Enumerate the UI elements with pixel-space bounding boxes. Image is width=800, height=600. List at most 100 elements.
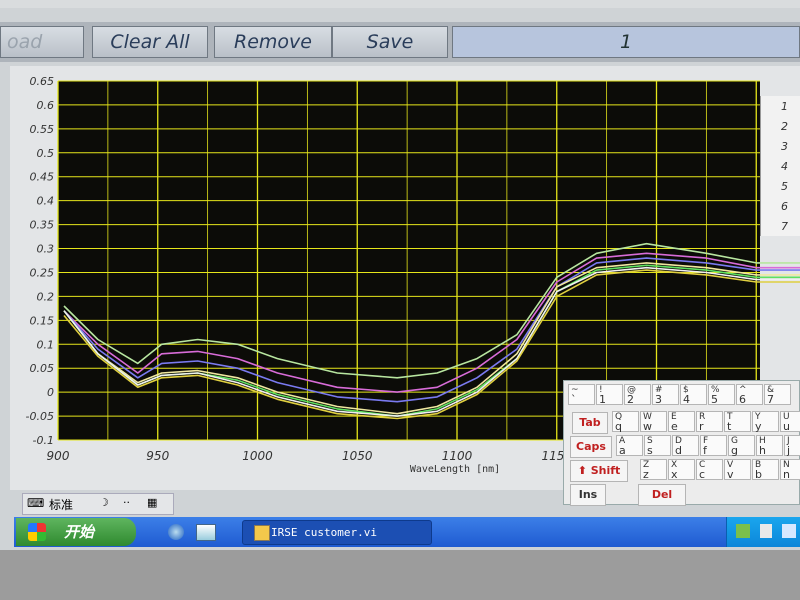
y-tick-label: 0.05 — [30, 362, 55, 375]
key-lower-label: c — [699, 468, 706, 481]
shift-key-label: Shift — [590, 464, 621, 477]
legend-item-3: 3 — [781, 140, 788, 153]
y-tick-label: 0.65 — [30, 75, 55, 88]
keyboard-key[interactable]: ^ 6 — [736, 384, 763, 405]
keyboard-key[interactable]: Jj — [784, 435, 800, 456]
key-lower-label: h — [759, 444, 766, 457]
keyboard-key[interactable]: @2 — [624, 384, 651, 405]
legend-item-6: 6 — [781, 200, 788, 213]
del-key[interactable]: Del — [638, 484, 686, 506]
keyboard-key[interactable]: Ss — [644, 435, 671, 456]
keyboard-key[interactable]: Ee — [668, 411, 695, 432]
shift-key[interactable]: ⬆ Shift — [570, 460, 628, 482]
tab-key[interactable]: Tab — [572, 412, 608, 434]
language-bar[interactable]: ⌨ 标准 ☽ ·· ▦ — [22, 493, 174, 515]
spectrum-counter: 1 — [452, 26, 800, 58]
internet-explorer-icon[interactable] — [168, 524, 184, 540]
keyboard-key[interactable]: Zz — [640, 459, 667, 480]
keyboard-key[interactable]: Yy — [752, 411, 779, 432]
keyboard-key[interactable]: Gg — [728, 435, 755, 456]
labview-vi-icon — [254, 525, 270, 541]
show-desktop-icon[interactable] — [196, 524, 216, 541]
y-tick-label: -0.05 — [26, 410, 54, 423]
y-tick-label: 0.45 — [30, 171, 55, 184]
keyboard-key[interactable]: Tt — [724, 411, 751, 432]
keyboard-key[interactable]: Vv — [724, 459, 751, 480]
keyboard-key[interactable]: Uu — [780, 411, 800, 432]
remove-button[interactable]: Remove — [214, 26, 332, 58]
caps-key[interactable]: Caps — [570, 436, 612, 458]
key-lower-label: j — [787, 444, 791, 457]
keyboard-key[interactable]: Aa — [616, 435, 643, 456]
x-tick-label: 1000 — [242, 449, 273, 463]
keyboard-key[interactable]: Ww — [640, 411, 667, 432]
y-tick-label: 0 — [47, 386, 54, 399]
ime-mode-label: 标准 — [49, 498, 74, 512]
key-lower-label: 3 — [655, 393, 662, 406]
keyboard-key[interactable]: #3 — [652, 384, 679, 405]
legend-item-5: 5 — [781, 180, 788, 193]
clear-all-button[interactable]: Clear All — [92, 26, 208, 58]
legend-item-4: 4 — [781, 160, 788, 173]
keyboard-key[interactable]: Rr — [696, 411, 723, 432]
keyboard-key[interactable]: Ff — [700, 435, 727, 456]
taskbar-item[interactable]: IRSE customer.vi — [242, 520, 432, 545]
keyboard-key[interactable]: Nn — [780, 459, 800, 480]
soft-keyboard-icon[interactable]: ▦ — [147, 496, 157, 509]
y-tick-label: 0.5 — [37, 147, 55, 160]
on-screen-keyboard: ~ `! 1 @2 #3 $4% 5 ^ 6 & 7 Qq Ww Ee Rr Tt Yy Uu Aa Ss Dd Ff Gg… — [563, 380, 800, 506]
x-tick-label: 900 — [47, 449, 70, 463]
legend-item-1: 1 — [781, 100, 788, 113]
key-lower-label: g — [731, 444, 738, 457]
shift-arrow-icon: ⬆ — [577, 464, 591, 477]
x-axis-label: WaveLength [nm] — [410, 464, 500, 475]
y-tick-label: 0.4 — [37, 195, 55, 208]
keyboard-key[interactable]: Cc — [696, 459, 723, 480]
key-lower-label: q — [615, 420, 622, 433]
key-lower-label: ` — [571, 393, 577, 406]
network-icon[interactable] — [736, 524, 750, 538]
key-lower-label: e — [671, 420, 678, 433]
legend-item-7: 7 — [781, 220, 788, 233]
keyboard-key[interactable]: Bb — [752, 459, 779, 480]
keyboard-key[interactable]: % 5 — [708, 384, 735, 405]
save-button[interactable]: Save — [332, 26, 448, 58]
x-tick-label: 1100 — [442, 449, 473, 463]
y-tick-label: 0.55 — [30, 123, 55, 136]
ins-key[interactable]: Ins — [570, 484, 606, 506]
y-tick-label: 0.35 — [30, 219, 55, 232]
key-lower-label: a — [619, 444, 626, 457]
key-lower-label: s — [647, 444, 653, 457]
keyboard-key[interactable]: Qq — [612, 411, 639, 432]
y-tick-label: 0.1 — [37, 338, 55, 351]
key-lower-label: 5 — [711, 393, 718, 406]
load-button[interactable]: oad — [0, 26, 84, 58]
key-lower-label: d — [675, 444, 682, 457]
x-tick-label: 1050 — [342, 449, 373, 463]
keyboard-key[interactable]: Xx — [668, 459, 695, 480]
y-tick-label: 0.2 — [37, 290, 55, 303]
key-lower-label: f — [703, 444, 707, 457]
keyboard-key[interactable]: ! 1 — [596, 384, 623, 405]
volume-icon[interactable] — [760, 524, 772, 538]
taskbar-item-label: IRSE customer.vi — [271, 526, 377, 539]
start-button[interactable]: 开始 — [16, 518, 136, 546]
moon-icon[interactable]: ☽ — [99, 496, 109, 509]
keyboard-key[interactable]: ~ ` — [568, 384, 595, 405]
keyboard-key[interactable]: & 7 — [764, 384, 791, 405]
legend-item-2: 2 — [781, 120, 788, 133]
ime-icon: ⌨ — [27, 496, 45, 510]
key-lower-label: n — [783, 468, 790, 481]
key-lower-label: v — [727, 468, 734, 481]
keyboard-key[interactable]: $4 — [680, 384, 707, 405]
keyboard-key[interactable]: Hh — [756, 435, 783, 456]
connection-icon[interactable] — [782, 524, 796, 538]
key-lower-label: y — [755, 420, 762, 433]
monitor-bezel-bottom — [0, 550, 800, 600]
windows-logo-icon — [28, 523, 46, 541]
punctuation-icon[interactable]: ·· — [123, 496, 130, 509]
y-tick-label: 0.3 — [37, 243, 55, 256]
keyboard-key[interactable]: Dd — [672, 435, 699, 456]
y-tick-labels: 0.65 0.6 0.55 0.5 0.45 0.4 0.35 0.3 0.25 0.2 0.15 0… — [26, 75, 54, 447]
key-lower-label: 6 — [739, 393, 746, 406]
